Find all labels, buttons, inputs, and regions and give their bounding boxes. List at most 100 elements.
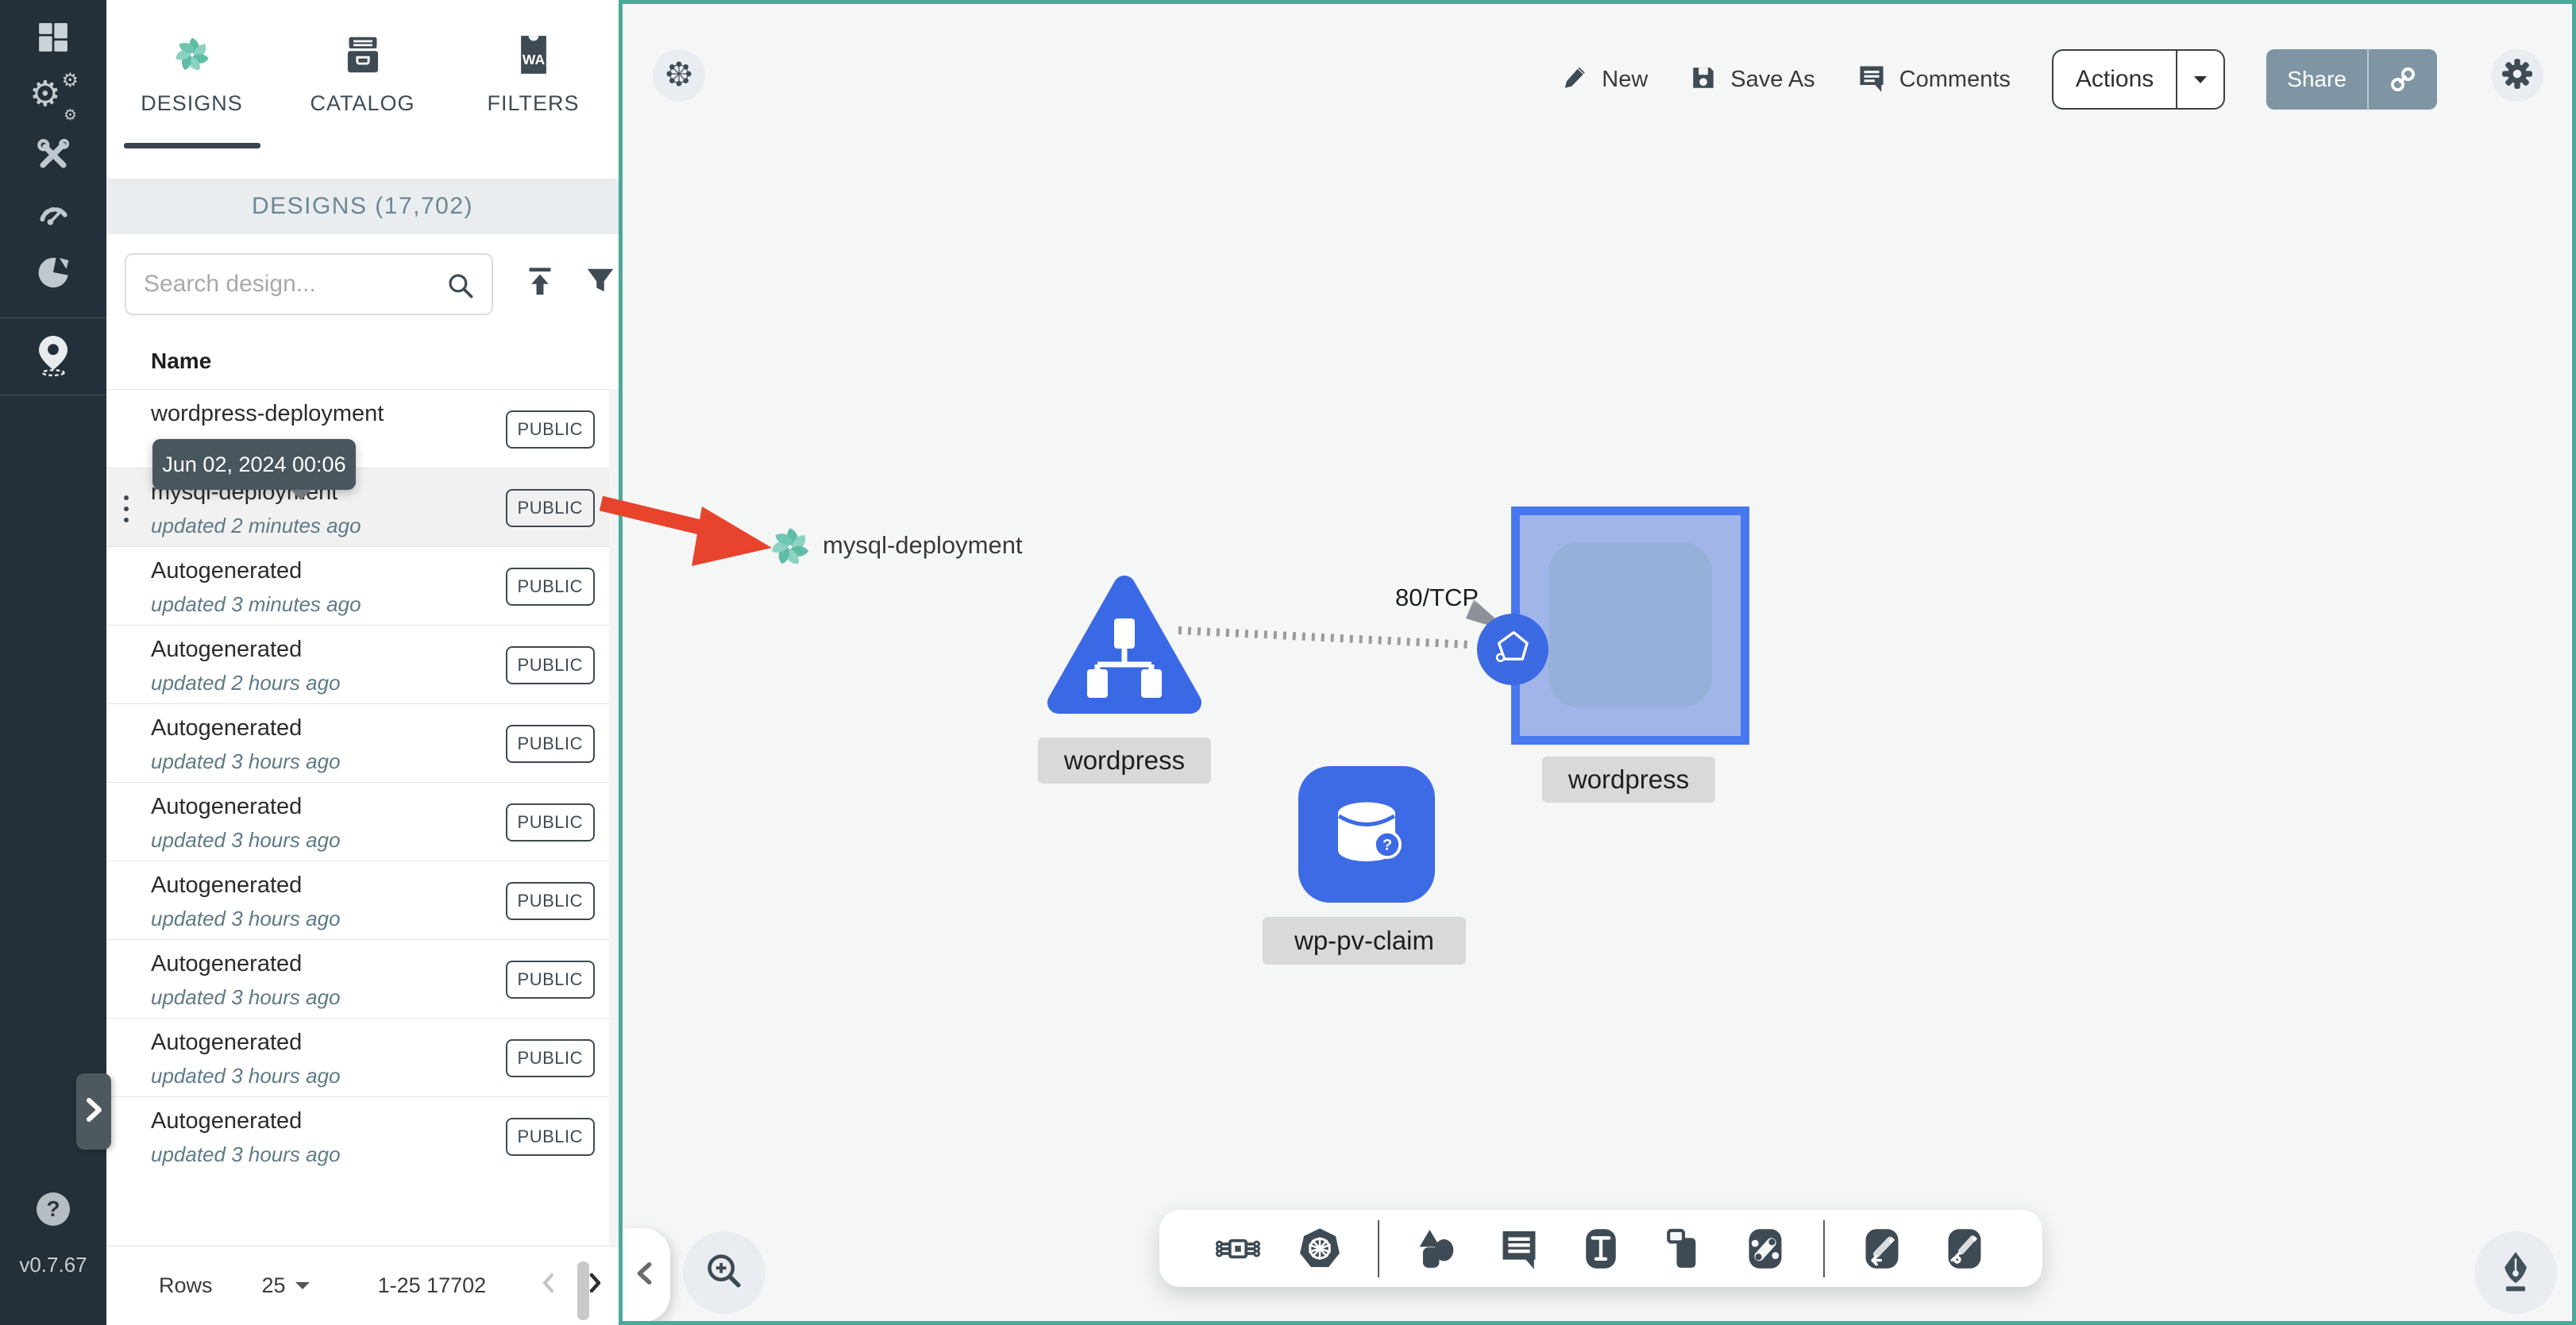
- visibility-badge[interactable]: PUBLIC: [505, 882, 595, 920]
- design-list-row[interactable]: Autogenerated updated 3 minutes ago PUBL…: [106, 546, 619, 625]
- node-label-service[interactable]: wordpress: [1038, 738, 1211, 784]
- node-pvc-wp-pv-claim[interactable]: ?: [1298, 766, 1435, 903]
- tab-filters-label: FILTERS: [487, 91, 580, 115]
- sidebar-item-configuration[interactable]: [0, 127, 106, 186]
- extensions-pie-icon: [35, 254, 71, 295]
- configuration-tools-icon: [35, 137, 71, 177]
- edge-draw-tool[interactable]: [1857, 1224, 1907, 1273]
- canvas-dock-toolbar: [1159, 1210, 2042, 1287]
- comments-button[interactable]: Comments: [1857, 63, 2011, 97]
- tab-filters[interactable]: WA FILTERS: [448, 0, 619, 179]
- search-box: [125, 252, 493, 315]
- previous-page-button[interactable]: [537, 1269, 561, 1302]
- panel-collapse-button[interactable]: [623, 1228, 670, 1321]
- visibility-badge[interactable]: PUBLIC: [505, 725, 595, 763]
- search-icon[interactable]: [444, 269, 477, 306]
- chevron-right-icon: [82, 1094, 106, 1130]
- node-label-pvc[interactable]: wp-pv-claim: [1263, 917, 1466, 965]
- design-name-label[interactable]: mysql-deployment: [823, 531, 1023, 560]
- visibility-badge[interactable]: PUBLIC: [505, 646, 595, 684]
- notes-tool[interactable]: [1494, 1224, 1544, 1273]
- design-list-row[interactable]: Autogenerated updated 3 hours ago PUBLIC: [106, 861, 619, 939]
- list-scrollbar-track[interactable]: [609, 389, 619, 1246]
- zoom-in-button[interactable]: [683, 1231, 765, 1314]
- sidebar-item-extensions[interactable]: [0, 245, 106, 303]
- design-list-row[interactable]: Autogenerated updated 3 hours ago PUBLIC: [106, 782, 619, 861]
- new-button[interactable]: New: [1560, 64, 1648, 96]
- gear-icon: [2501, 57, 2534, 94]
- node-service-wordpress[interactable]: [1044, 569, 1205, 723]
- tab-designs[interactable]: DESIGNS: [106, 0, 277, 179]
- share-button[interactable]: Share: [2266, 49, 2437, 110]
- node-label-deployment[interactable]: wordpress: [1542, 757, 1715, 803]
- sticky-note-tool[interactable]: [1659, 1224, 1708, 1273]
- visibility-badge[interactable]: PUBLIC: [505, 410, 595, 449]
- visibility-badge[interactable]: PUBLIC: [505, 568, 595, 606]
- mesh-network-icon: [663, 58, 695, 94]
- save-as-button[interactable]: Save As: [1689, 64, 1815, 96]
- components-circuit-tool[interactable]: [1213, 1224, 1263, 1273]
- visibility-badge[interactable]: PUBLIC: [505, 489, 595, 527]
- edge-port-label[interactable]: 80/TCP: [1395, 584, 1479, 612]
- sidebar-item-lifecycle[interactable]: ⚙ ⚙ ⚙: [0, 68, 106, 127]
- tab-designs-label: DESIGNS: [141, 91, 243, 115]
- lifecycle-gears-icon: ⚙ ⚙ ⚙: [29, 69, 79, 124]
- canvas-toolbar: New Save As Comments Actions Share: [1560, 48, 2437, 111]
- updated-date-tooltip: Jun 02, 2024 00:06: [152, 439, 356, 500]
- link-tool[interactable]: [1741, 1224, 1790, 1273]
- actions-dropdown-button[interactable]: [2177, 51, 2223, 108]
- row-menu-kebab-icon[interactable]: [121, 492, 132, 531]
- design-list-row[interactable]: Autogenerated updated 3 hours ago PUBLIC: [106, 939, 619, 1018]
- design-canvas[interactable]: New Save As Comments Actions Share mysql…: [619, 0, 2576, 1325]
- panel-scrollbar-thumb[interactable]: [577, 1261, 589, 1320]
- comment-bubble-icon: [1857, 63, 1887, 97]
- visibility-badge[interactable]: PUBLIC: [505, 803, 595, 842]
- floppy-disk-icon: [1689, 64, 1718, 96]
- filter-funnel-icon[interactable]: [582, 264, 619, 304]
- visibility-badge[interactable]: PUBLIC: [505, 1039, 595, 1077]
- designs-count-title: DESIGNS (17,702): [251, 193, 474, 219]
- version-label: v0.7.67: [19, 1253, 87, 1277]
- rows-per-page-select[interactable]: 25: [262, 1273, 310, 1298]
- volume-cylinder-icon: ?: [1317, 784, 1416, 886]
- node-deployment-wordpress[interactable]: [1511, 507, 1749, 745]
- search-input[interactable]: [144, 270, 445, 298]
- settings-button[interactable]: [2491, 49, 2543, 102]
- wasm-filters-icon: WA: [512, 33, 555, 80]
- chevron-left-icon: [634, 1258, 656, 1292]
- pagination-range: 1-25 17702: [377, 1273, 487, 1297]
- design-list-row[interactable]: Autogenerated updated 2 hours ago PUBLIC: [106, 625, 619, 703]
- question-badge-icon: ?: [1382, 836, 1392, 853]
- pentagon-icon: [1488, 623, 1537, 676]
- design-pen-button[interactable]: [2474, 1231, 2557, 1314]
- pen-nib-icon: [2493, 1248, 2539, 1298]
- freehand-draw-tool[interactable]: [1940, 1224, 1989, 1273]
- mesh-overview-button[interactable]: [653, 49, 705, 102]
- meshery-spiral-icon: [171, 33, 214, 80]
- design-list-row[interactable]: Autogenerated updated 3 hours ago PUBLIC: [106, 703, 619, 782]
- panel-tabs: DESIGNS CATALOG WA FILTERS: [106, 0, 619, 179]
- actions-button[interactable]: Actions: [2051, 49, 2226, 110]
- sidebar-expand-button[interactable]: [76, 1073, 111, 1150]
- service-port-handle[interactable]: [1477, 614, 1548, 685]
- copy-link-button[interactable]: [2369, 49, 2437, 110]
- chevron-down-icon: [295, 1281, 310, 1296]
- visibility-badge[interactable]: PUBLIC: [505, 1118, 595, 1156]
- active-tab-underline: [123, 143, 260, 148]
- text-tool[interactable]: [1576, 1224, 1625, 1273]
- dock-divider: [1822, 1219, 1825, 1277]
- catalog-archive-icon: [341, 33, 384, 80]
- import-design-button[interactable]: [522, 264, 558, 304]
- design-list-row[interactable]: Autogenerated updated 3 hours ago PUBLIC: [106, 1018, 619, 1096]
- sidebar-item-performance[interactable]: [0, 186, 106, 245]
- sidebar-item-dashboard[interactable]: [0, 10, 106, 68]
- sidebar-item-meshmap[interactable]: [0, 318, 106, 395]
- kubernetes-tool[interactable]: [1295, 1224, 1344, 1273]
- meshmap-pin-icon: [34, 333, 72, 380]
- help-button[interactable]: ?: [37, 1192, 70, 1226]
- tab-catalog[interactable]: CATALOG: [277, 0, 448, 179]
- visibility-badge[interactable]: PUBLIC: [505, 961, 595, 999]
- deployment-inner-region: [1548, 542, 1712, 707]
- design-list-row[interactable]: Autogenerated updated 3 hours ago PUBLIC: [106, 1096, 619, 1175]
- shapes-tool[interactable]: [1412, 1224, 1461, 1273]
